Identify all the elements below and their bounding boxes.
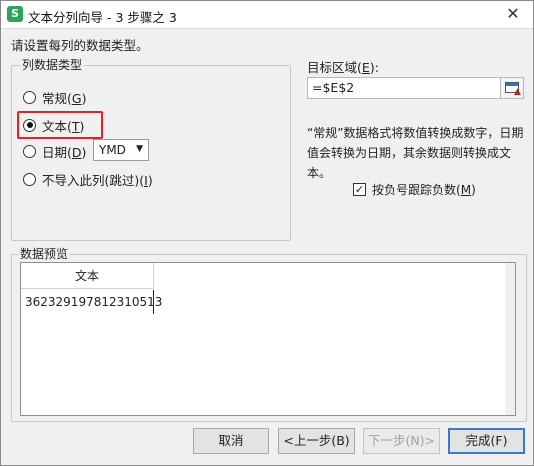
back-button[interactable]: <上一步(B)	[278, 428, 355, 454]
preview-scrollbar[interactable]	[505, 263, 515, 415]
preview-area[interactable]: 文本 362329197812310513	[20, 262, 516, 416]
column-type-legend: 列数据类型	[20, 58, 85, 72]
range-select-button[interactable]: ▲	[500, 77, 524, 99]
date-format-select[interactable]: YMD ▼	[93, 139, 149, 161]
radio-date-label: 日期	[42, 144, 68, 160]
app-logo-icon: S	[7, 6, 23, 22]
negative-checkbox-row[interactable]: ✓ 按负号跟踪负数(M)	[353, 181, 476, 198]
date-format-value: YMD	[99, 143, 126, 157]
instruction-text: 请设置每列的数据类型。	[11, 38, 149, 53]
preview-legend: 数据预览	[18, 247, 71, 261]
cancel-button[interactable]: 取消	[193, 428, 269, 454]
radio-general-circle[interactable]	[23, 90, 36, 104]
window-title: 文本分列向导 - 3 步骤之 3	[28, 10, 177, 25]
radio-skip-circle[interactable]	[23, 172, 36, 186]
radio-skip[interactable]: 不导入此列(跳过)(I)	[23, 170, 153, 188]
close-button[interactable]: ✕	[503, 4, 523, 24]
radio-general[interactable]: 常规(G)	[23, 88, 86, 106]
chevron-down-icon: ▼	[136, 144, 143, 154]
radio-skip-label: 不导入此列(跳过)	[42, 172, 140, 188]
destination-input[interactable]: =$E$2	[307, 77, 501, 99]
radio-date-circle[interactable]	[23, 144, 36, 158]
highlight-box	[17, 111, 103, 139]
radio-general-label: 常规	[42, 90, 68, 106]
preview-cell: 362329197812310513	[21, 290, 162, 314]
text-to-columns-dialog: S 文本分列向导 - 3 步骤之 3 ✕ 请设置每列的数据类型。 列数据类型 常…	[0, 0, 534, 466]
negative-checkbox-label: 按负号跟踪负数	[372, 183, 457, 197]
preview-column-header[interactable]: 文本	[21, 263, 154, 289]
next-button[interactable]: 下一步(N)>	[363, 428, 440, 454]
type-description: “常规”数据格式将数值转换成数字，日期值会转换为日期，其余数据则转换成文本。	[307, 126, 524, 180]
finish-button[interactable]: 完成(F)	[448, 428, 525, 454]
title-bar: S 文本分列向导 - 3 步骤之 3 ✕	[1, 1, 533, 29]
negative-checkbox[interactable]: ✓	[353, 183, 366, 196]
arrow-icon: ▲	[514, 87, 521, 97]
destination-label: 目标区域(E):	[307, 60, 379, 75]
radio-date[interactable]: 日期(D)	[23, 142, 86, 160]
